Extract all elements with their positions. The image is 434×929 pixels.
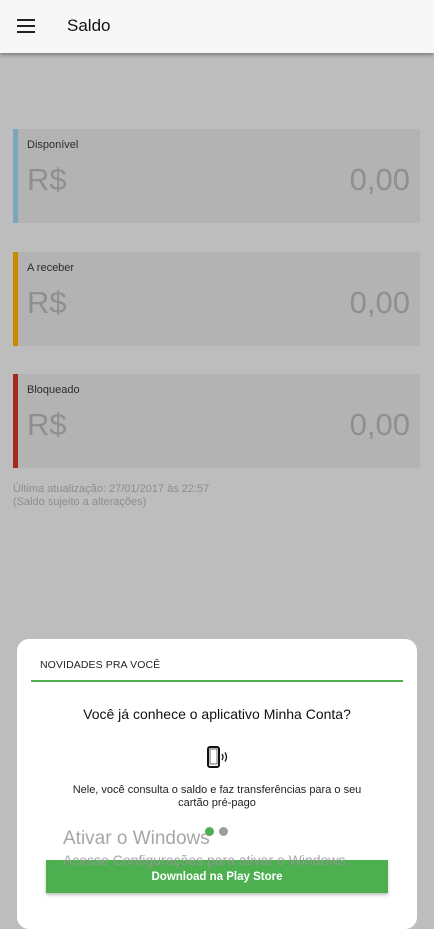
dialog-question: Você já conhece o aplicativo Minha Conta… [83, 706, 351, 722]
balance-card-available: Disponível R$ 0,00 [13, 129, 420, 223]
app-bar: Saldo [0, 0, 434, 53]
card-accent-bar [13, 129, 18, 223]
dialog-header: NOVIDADES PRA VOCÊ [40, 659, 161, 671]
balance-note: (Saldo sujeito a alterações) [13, 496, 147, 508]
dialog-divider [31, 680, 403, 682]
balance-amount: 0,00 [349, 162, 410, 197]
balance-amount: 0,00 [349, 285, 410, 320]
dialog-description: Nele, você consulta o saldo e faz transf… [72, 784, 362, 809]
balance-amount: 0,00 [349, 407, 410, 442]
currency-symbol: R$ [27, 285, 67, 320]
page-title: Saldo [67, 16, 111, 35]
update-info: Última atualização: 27/01/2017 às 22:57 … [13, 483, 209, 509]
page-indicator [205, 827, 231, 837]
balance-label: Bloqueado [27, 384, 80, 396]
balance-label: A receber [27, 262, 75, 274]
news-dialog: NOVIDADES PRA VOCÊ Você já conhece o apl… [17, 639, 417, 929]
balance-label: Disponível [27, 139, 79, 151]
card-accent-bar [13, 252, 18, 346]
last-update-text: Última atualização: 27/01/2017 às 22:57 [13, 483, 210, 495]
card-accent-bar [13, 374, 18, 468]
page-dot-inactive[interactable] [219, 827, 228, 836]
balance-card-blocked: Bloqueado R$ 0,00 [13, 374, 420, 468]
phone-vibrate-icon [207, 746, 228, 768]
currency-symbol: R$ [27, 162, 67, 197]
currency-symbol: R$ [27, 407, 67, 442]
play-store-download-button[interactable]: Download na Play Store [46, 860, 388, 893]
balance-card-receivable: A receber R$ 0,00 [13, 252, 420, 346]
hamburger-menu-icon[interactable] [17, 19, 35, 33]
page-dot-active[interactable] [205, 827, 214, 836]
